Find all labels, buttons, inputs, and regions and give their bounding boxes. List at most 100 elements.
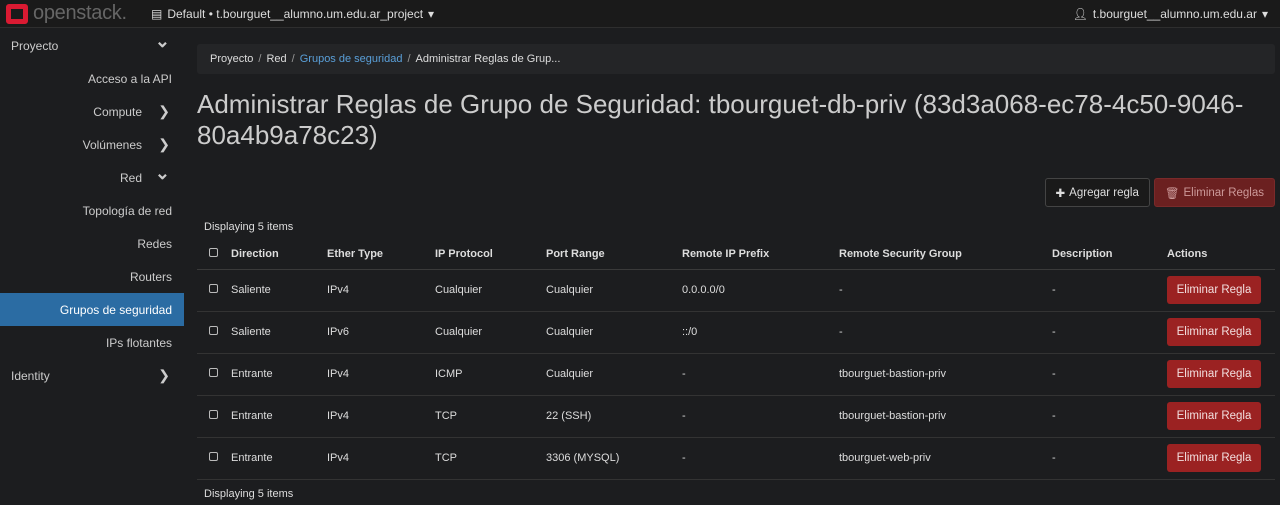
sidebar-item-label: Grupos de seguridad — [59, 302, 172, 317]
table-cell: tbourguet-web-priv — [835, 437, 1048, 480]
chevron-right-icon: ❯ — [158, 103, 170, 119]
select-all-checkbox[interactable] — [209, 247, 218, 257]
openstack-logo[interactable]: openstack. — [6, 2, 151, 25]
items-count-footer: Displaying 5 items — [204, 487, 294, 500]
table-cell: - — [1048, 395, 1163, 438]
table-cell: - — [1048, 311, 1163, 354]
sidebar-item-label: Identity — [11, 368, 50, 383]
table-row: Entrante IPv4 ICMP Cualquier - tbourguet-bast… — [197, 353, 1275, 396]
user-menu[interactable]: 👤︎ t.bourguet__alumno.um.edu.ar ▾ — [1073, 7, 1268, 21]
table-cell: - — [1048, 353, 1163, 396]
table-cell: Cualquier — [542, 353, 678, 396]
table-cell: - — [678, 395, 835, 438]
sidebar-item-label: IPs flotantes — [105, 335, 172, 350]
table-cell: Cualquier — [431, 311, 542, 354]
delete-rule-button[interactable]: Eliminar Regla — [1167, 276, 1261, 304]
column-header[interactable]: IP Protocol — [431, 239, 542, 270]
delete-rules-button[interactable]: 🗑︎ Eliminar Reglas — [1153, 178, 1275, 207]
table-cell: TCP — [431, 395, 542, 438]
column-header[interactable]: Port Range — [542, 239, 678, 270]
sidebar-item-grupos-de-seguridad[interactable]: Grupos de seguridad — [0, 293, 184, 326]
project-selector[interactable]: ▤ Default • t.bourguet__alumno.um.edu.ar… — [151, 7, 434, 21]
column-header[interactable]: Description — [1048, 239, 1163, 270]
add-rule-label: Agregar regla — [1069, 186, 1139, 199]
table-cell: IPv4 — [323, 395, 431, 438]
table-cell: tbourguet-bastion-priv — [835, 395, 1048, 438]
table-cell: 22 (SSH) — [542, 395, 678, 438]
caret-down-icon: ▾ — [1261, 7, 1268, 21]
user-label: t.bourguet__alumno.um.edu.ar — [1092, 7, 1257, 21]
breadcrumb: Proyecto / Red / Grupos de seguridad / Admi… — [197, 44, 1275, 74]
openstack-logo-icon — [6, 3, 28, 24]
chevron-right-icon: ❯ — [158, 136, 170, 152]
table-cell: - — [835, 269, 1048, 312]
chevron-down-icon: ⌄ — [154, 31, 170, 51]
logo-text: openstack. — [33, 2, 127, 24]
items-count: Displaying 5 items — [204, 221, 294, 233]
add-rule-button[interactable]: ✚ Agregar regla — [1044, 178, 1150, 207]
table-cell: Entrante — [227, 437, 323, 480]
sidebar-item-label: Acceso a la API — [87, 71, 172, 86]
sidebar-item-label: Volúmenes — [82, 137, 142, 152]
table-cell: Cualquier — [542, 269, 678, 312]
table-cell: Entrante — [227, 395, 323, 438]
sidebar-item-proyecto[interactable]: Proyecto ⌄ — [0, 29, 184, 62]
row-checkbox[interactable] — [209, 326, 218, 335]
table-cell: Cualquier — [431, 269, 542, 312]
sidebar-item-red[interactable]: Red ⌄ — [0, 161, 184, 194]
chevron-down-icon: ⌄ — [154, 163, 170, 183]
column-header[interactable]: Actions — [1163, 239, 1275, 270]
table-cell: - — [1048, 269, 1163, 312]
column-header[interactable]: Ether Type — [323, 239, 431, 270]
delete-rule-button[interactable]: Eliminar Regla — [1167, 360, 1261, 388]
delete-rule-button[interactable]: Eliminar Regla — [1167, 318, 1261, 346]
column-header[interactable]: Remote IP Prefix — [678, 239, 835, 270]
table-row: Saliente IPv6 Cualquier Cualquier::/0- - Elim… — [197, 311, 1275, 354]
table-cell: - — [678, 353, 835, 396]
table-cell: 3306 (MYSQL) — [542, 437, 678, 480]
sidebar-item-label: Redes — [137, 236, 172, 251]
row-checkbox[interactable] — [209, 410, 218, 419]
project-label: Default • t.bourguet__alumno.um.edu.ar_p… — [167, 6, 424, 21]
user-icon: 👤︎ — [1072, 7, 1088, 21]
row-checkbox[interactable] — [209, 284, 218, 293]
table-cell: Cualquier — [542, 311, 678, 354]
sidebar-item-topolog-a-de-red[interactable]: Topología de red — [0, 194, 184, 227]
project-icon: ▤ — [151, 6, 163, 21]
table-cell: IPv4 — [323, 269, 431, 312]
table-cell: - — [678, 437, 835, 480]
table-cell: - — [1048, 437, 1163, 480]
table-cell: Entrante — [227, 353, 323, 396]
table-cell: IPv6 — [323, 311, 431, 354]
sidebar-item-compute[interactable]: Compute ❯ — [0, 95, 184, 128]
sidebar-item-vol-menes[interactable]: Volúmenes ❯ — [0, 128, 184, 161]
chevron-right-icon: ❯ — [158, 367, 170, 383]
rules-table: Direction Ether Type IP Protocol Port Range… — [197, 239, 1275, 480]
table-cell: - — [835, 311, 1048, 354]
sidebar-item-label: Topología de red — [82, 203, 172, 218]
table-cell: Saliente — [227, 311, 323, 354]
breadcrumb-proyecto: Proyecto — [210, 53, 254, 65]
main-content: Proyecto / Red / Grupos de seguridad / Admi… — [197, 44, 1275, 500]
table-cell: ICMP — [431, 353, 542, 396]
sidebar-item-routers[interactable]: Routers — [0, 260, 184, 293]
column-header[interactable]: Remote Security Group — [835, 239, 1048, 270]
delete-rule-button[interactable]: Eliminar Regla — [1167, 402, 1261, 430]
delete-rule-button[interactable]: Eliminar Regla — [1167, 444, 1261, 472]
sidebar-item-identity[interactable]: Identity ❯ — [0, 359, 184, 392]
sidebar-item-redes[interactable]: Redes — [0, 227, 184, 260]
row-checkbox[interactable] — [209, 368, 218, 377]
sidebar-item-ips-flotantes[interactable]: IPs flotantes — [0, 326, 184, 359]
sidebar-item-label: Compute — [93, 104, 142, 119]
top-navbar: openstack. ▤ Default • t.bourguet__alumn… — [0, 0, 1280, 28]
breadcrumb-grupos-link[interactable]: Grupos de seguridad — [300, 53, 403, 65]
table-cell: ::/0 — [678, 311, 835, 354]
breadcrumb-current: Administrar Reglas de Grup... — [415, 53, 561, 65]
trash-icon: 🗑︎ — [1164, 187, 1180, 200]
row-checkbox[interactable] — [209, 452, 218, 461]
delete-rules-label: Eliminar Reglas — [1183, 186, 1264, 199]
sidebar-item-acceso-a-la-api[interactable]: Acceso a la API — [0, 62, 184, 95]
sidebar-item-label: Routers — [129, 269, 172, 284]
breadcrumb-red: Red — [266, 53, 287, 65]
column-header[interactable]: Direction — [227, 239, 323, 270]
